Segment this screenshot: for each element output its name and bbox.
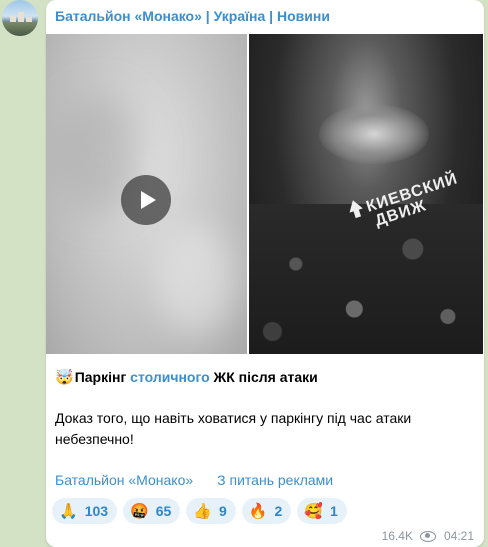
post-caption: 🤯Паркінг столичного ЖК після атаки [55,368,318,386]
reaction-fire[interactable]: 🔥 2 [241,498,292,524]
video-thumbnail[interactable] [46,34,247,354]
reactions-bar: 🙏 103 🤬 65 👍 9 🔥 2 🥰 1 [52,498,347,524]
message-bubble: Батальйон «Монако» | Україна | Новини КИ… [46,0,484,547]
media-album: КИЕВСКИЙ ДВИЖ [46,34,483,354]
thumbs-up-emoji: 👍 [193,503,212,520]
caption-text-1: Паркінг [74,369,131,385]
caption-text-2: ЖК після атаки [209,369,318,385]
reaction-love[interactable]: 🥰 1 [297,498,347,524]
ads-link[interactable]: З питань реклами [217,472,333,488]
channel-avatar[interactable] [2,0,38,36]
angry-emoji: 🤬 [130,503,149,520]
play-button[interactable] [121,175,171,225]
exploding-head-emoji: 🤯 [55,369,74,386]
blur-shape [156,224,236,334]
reaction-count: 65 [155,503,172,519]
reaction-thumbs-up[interactable]: 👍 9 [186,498,236,524]
channel-link[interactable]: Батальйон «Монако» [55,472,193,488]
photo-thumbnail[interactable]: КИЕВСКИЙ ДВИЖ [249,34,483,354]
channel-title[interactable]: Батальйон «Монако» | Україна | Новини [55,8,330,24]
caption-link[interactable]: столичного [130,369,210,385]
eye-icon [419,530,436,542]
reaction-count: 103 [84,503,109,519]
fire-emoji: 🔥 [248,503,268,520]
post-body: Доказ того, що навіть ховатися у паркінг… [55,410,412,447]
reaction-pray[interactable]: 🙏 103 [52,498,118,524]
smiling-hearts-emoji: 🥰 [304,503,323,520]
reaction-count: 1 [329,503,338,519]
ceiling-hole [319,104,429,164]
timestamp: 04:21 [443,529,474,543]
reaction-count: 2 [274,503,283,519]
pray-emoji: 🙏 [59,503,78,520]
reaction-angry[interactable]: 🤬 65 [123,498,181,524]
view-count: 16.4K [381,529,413,543]
message-meta: 16.4K 04:21 [382,529,474,543]
post-links: Батальйон «Монако» З питань реклами [55,472,333,488]
reaction-count: 9 [219,503,227,519]
avatar-hill [2,22,38,36]
